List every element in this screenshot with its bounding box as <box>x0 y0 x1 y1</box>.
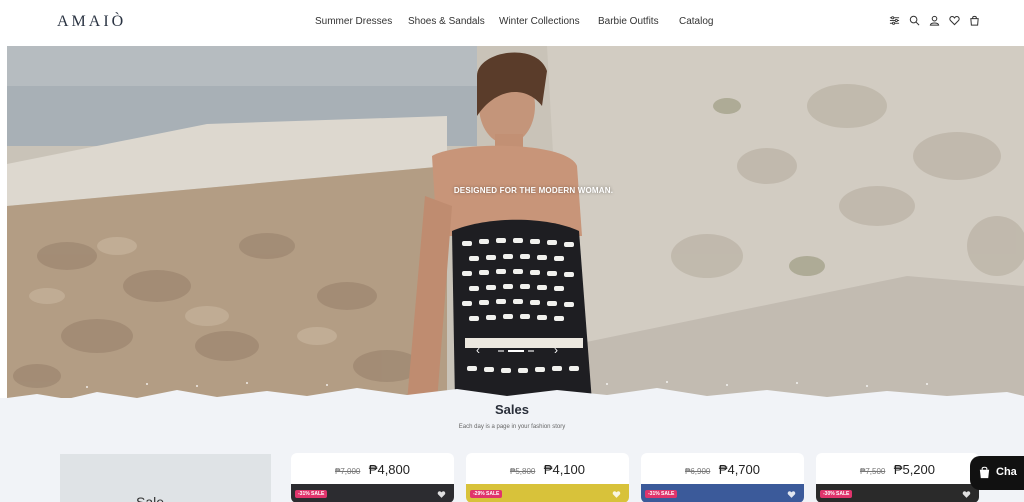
nav-barbie-outfits[interactable]: Barbie Outfits <box>598 16 659 27</box>
nav-winter-collections[interactable]: Winter Collections <box>499 16 580 27</box>
hero-next-arrow[interactable]: › <box>554 343 558 357</box>
wishlist-heart-icon[interactable] <box>437 490 446 499</box>
hero-banner: DESIGNED FOR THE MODERN WOMAN. ‹ › <box>7 46 1024 402</box>
sale-badge: -30% SALE <box>820 490 853 498</box>
header-icons <box>889 15 980 26</box>
hero-dot-2[interactable] <box>508 350 524 352</box>
price-row: ₱6,900 ₱4,700 <box>641 461 804 479</box>
nav-shoes-sandals[interactable]: Shoes & Sandals <box>408 16 485 27</box>
product-card[interactable]: ₱5,800 ₱4,100 -29% SALE <box>466 453 629 502</box>
hero-dot-3[interactable] <box>528 350 534 352</box>
price-row: ₱7,500 ₱5,200 <box>816 461 979 479</box>
promo-word: Sale <box>136 494 165 502</box>
old-price: ₱5,800 <box>509 467 536 476</box>
price-row: ₱7,000 ₱4,800 <box>291 461 454 479</box>
sale-badge: -31% SALE <box>645 490 678 498</box>
price-row: ₱5,800 ₱4,100 <box>466 461 629 479</box>
cart-icon[interactable] <box>969 15 980 26</box>
hero-pagination <box>498 350 534 352</box>
sale-price: ₱4,100 <box>543 462 585 477</box>
hero-image <box>7 46 1024 402</box>
sales-subtitle: Each day is a page in your fashion story <box>458 424 566 430</box>
search-icon[interactable] <box>909 15 920 26</box>
old-price: ₱7,000 <box>334 467 361 476</box>
sale-badge: -31% SALE <box>295 490 328 498</box>
sale-promo-banner[interactable]: Sale <box>60 454 271 502</box>
old-price: ₱7,500 <box>859 467 886 476</box>
filter-icon[interactable] <box>889 15 900 26</box>
old-price: ₱6,900 <box>684 467 711 476</box>
sales-title: Sales <box>495 402 529 417</box>
sale-badge: -29% SALE <box>470 490 503 498</box>
sale-price: ₱4,700 <box>718 462 760 477</box>
product-card[interactable]: ₱6,900 ₱4,700 -31% SALE <box>641 453 804 502</box>
chat-label: Cha <box>996 466 1017 478</box>
product-card[interactable]: ₱7,500 ₱5,200 -30% SALE <box>816 453 979 502</box>
wishlist-heart-icon[interactable] <box>962 490 971 499</box>
sale-price: ₱4,800 <box>368 462 410 477</box>
wishlist-icon[interactable] <box>949 15 960 26</box>
nav-summer-dresses[interactable]: Summer Dresses <box>315 16 392 27</box>
hero-tagline: DESIGNED FOR THE MODERN WOMAN. <box>453 186 614 195</box>
account-icon[interactable] <box>929 15 940 26</box>
wishlist-heart-icon[interactable] <box>612 490 621 499</box>
hero-dot-1[interactable] <box>498 350 504 352</box>
site-header: AMAIÒ Summer Dresses Shoes & Sandals Win… <box>0 0 1024 46</box>
chat-bag-icon <box>979 466 990 479</box>
product-card[interactable]: ₱7,000 ₱4,800 -31% SALE <box>291 453 454 502</box>
nav-catalog[interactable]: Catalog <box>679 16 713 27</box>
wishlist-heart-icon[interactable] <box>787 490 796 499</box>
sales-section: Sales Each day is a page in your fashion… <box>0 398 1024 502</box>
sale-price: ₱5,200 <box>893 462 935 477</box>
main-nav: Summer Dresses Shoes & Sandals Winter Co… <box>0 16 1024 30</box>
hero-prev-arrow[interactable]: ‹ <box>476 343 480 357</box>
chat-widget-button[interactable]: Cha <box>970 456 1024 490</box>
